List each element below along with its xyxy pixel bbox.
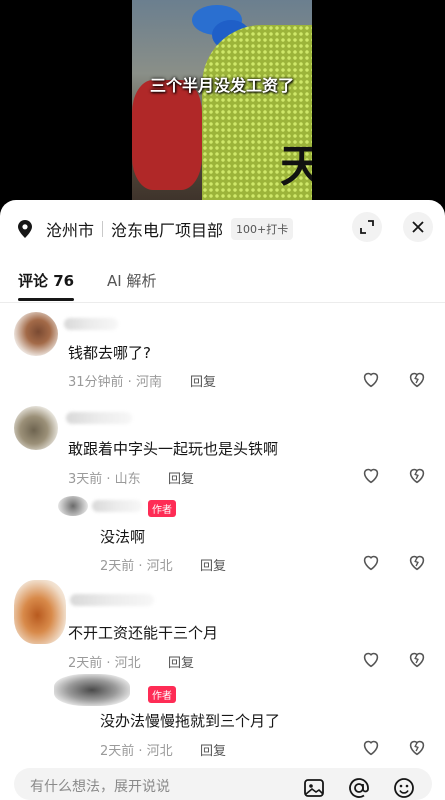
dislike-icon[interactable] bbox=[406, 551, 428, 573]
close-icon bbox=[412, 221, 424, 233]
tab-ai-analysis[interactable]: AI 解析 bbox=[107, 270, 156, 291]
heart-icon[interactable] bbox=[360, 648, 382, 670]
comment-text: 钱都去哪了? bbox=[68, 344, 151, 362]
username-blurred[interactable] bbox=[64, 318, 118, 330]
reply-button[interactable]: 回复 bbox=[168, 468, 194, 487]
checkin-badge: 100+打卡 bbox=[231, 218, 294, 240]
tab-underline bbox=[18, 298, 74, 301]
comment-meta: 31分钟前 · 河南 bbox=[68, 375, 162, 390]
comment-input-bar: 有什么想法，展开说说 bbox=[0, 762, 445, 800]
username-blurred[interactable] bbox=[92, 500, 142, 512]
reply-button[interactable]: 回复 bbox=[200, 740, 226, 759]
username-blurred[interactable] bbox=[66, 412, 132, 424]
input-placeholder: 有什么想法，展开说说 bbox=[30, 779, 170, 795]
tab-comments[interactable]: 评论 76 bbox=[18, 270, 74, 291]
comment-meta: 2天前 · 河北 bbox=[68, 656, 141, 671]
video-caption: 三个半月没发工资了 bbox=[149, 76, 294, 95]
location-place[interactable]: 沧东电厂项目部 bbox=[111, 217, 223, 241]
avatar[interactable] bbox=[14, 406, 58, 450]
collapse-button[interactable] bbox=[352, 212, 382, 242]
avatar[interactable] bbox=[58, 496, 88, 516]
heart-icon[interactable] bbox=[360, 736, 382, 758]
emoji-icon[interactable] bbox=[392, 776, 416, 800]
dislike-icon[interactable] bbox=[406, 464, 428, 486]
heart-icon[interactable] bbox=[360, 551, 382, 573]
heart-icon[interactable] bbox=[360, 464, 382, 486]
avatar[interactable] bbox=[14, 580, 66, 644]
location-city[interactable]: 沧州市 bbox=[46, 217, 94, 241]
comment-text: 没办法慢慢拖就到三个月了 bbox=[100, 712, 281, 730]
location-row[interactable]: 沧州市 沧东电厂项目部 100+打卡 bbox=[18, 216, 294, 242]
comment-meta: 3天前 · 山东 bbox=[68, 472, 141, 487]
comment-meta: 2天前 · 河北 bbox=[100, 744, 173, 759]
comment-text: 不开工资还能干三个月 bbox=[68, 624, 219, 642]
dislike-icon[interactable] bbox=[406, 648, 428, 670]
reply-button[interactable]: 回复 bbox=[190, 371, 216, 390]
dislike-icon[interactable] bbox=[406, 368, 428, 390]
comment-meta: 2天前 · 河北 bbox=[100, 559, 173, 574]
close-button[interactable] bbox=[403, 212, 433, 242]
at-icon[interactable] bbox=[347, 776, 371, 800]
dislike-icon[interactable] bbox=[406, 736, 428, 758]
comment-text: 敢跟着中字头一起玩也是头铁啊 bbox=[68, 440, 279, 458]
username-blurred[interactable] bbox=[70, 594, 154, 606]
comment-text: 没法啊 bbox=[100, 528, 146, 546]
collapse-icon bbox=[360, 220, 374, 234]
tab-bar: 评论 76 AI 解析 bbox=[0, 262, 445, 303]
reply-button[interactable]: 回复 bbox=[168, 652, 194, 671]
image-icon[interactable] bbox=[302, 776, 326, 800]
location-pin-icon bbox=[18, 220, 32, 238]
reply-button[interactable]: 回复 bbox=[200, 555, 226, 574]
vest-lettering: 天 bbox=[280, 141, 312, 192]
video-frame: 天 三个半月没发工资了 bbox=[132, 0, 312, 210]
heart-icon[interactable] bbox=[360, 368, 382, 390]
avatar[interactable] bbox=[14, 312, 58, 356]
author-tag: 作者 bbox=[148, 500, 176, 517]
worker-figure bbox=[132, 80, 202, 190]
avatar[interactable] bbox=[54, 674, 130, 706]
divider bbox=[102, 221, 104, 237]
video-player[interactable]: 天 三个半月没发工资了 bbox=[0, 0, 445, 210]
author-tag: 作者 bbox=[148, 686, 176, 703]
